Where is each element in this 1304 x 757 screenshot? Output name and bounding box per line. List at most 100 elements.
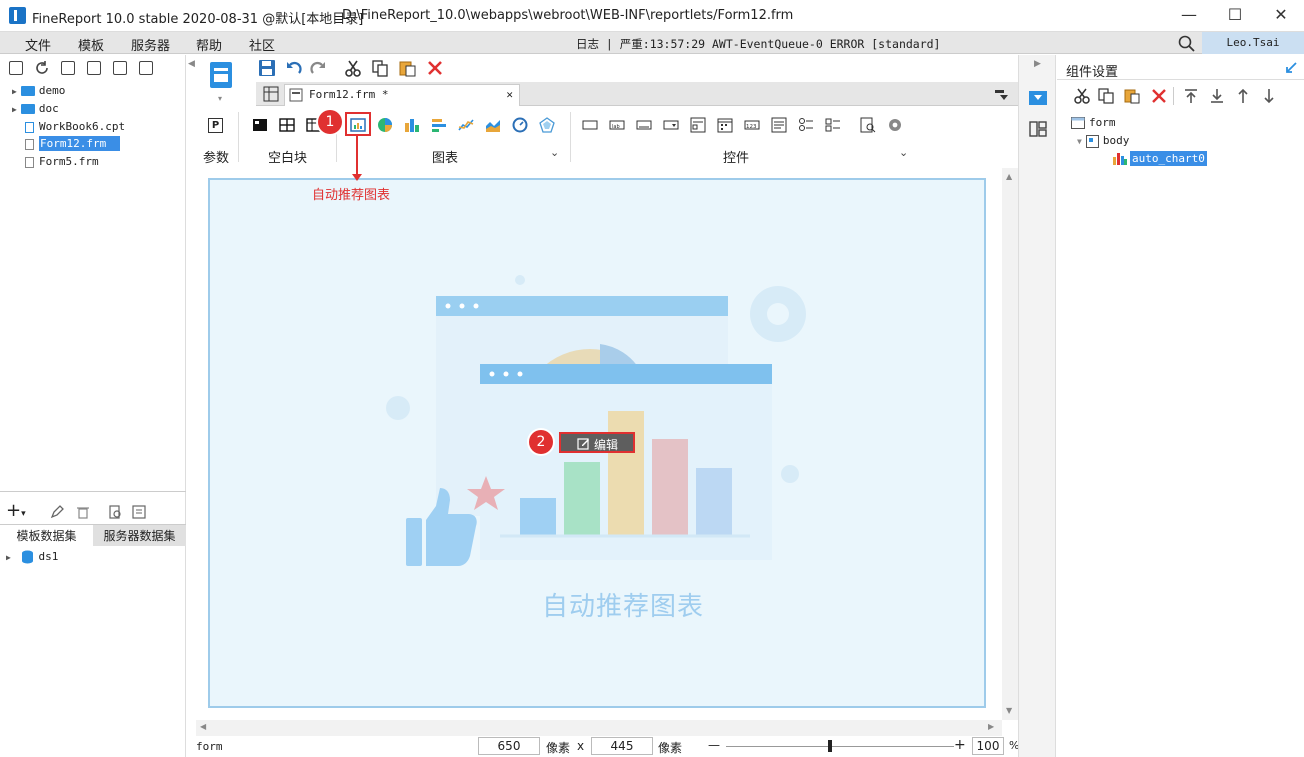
- settings-icon[interactable]: [87, 61, 101, 75]
- body-layout-icon: [1085, 134, 1099, 148]
- paste-icon[interactable]: [398, 59, 416, 77]
- tab-close-icon[interactable]: ✕: [506, 88, 513, 101]
- tab-server-dataset[interactable]: 服务器数据集: [93, 524, 186, 546]
- form-design-icon[interactable]: [208, 60, 234, 92]
- expand-arrow-icon[interactable]: ▶: [1034, 59, 1041, 69]
- refresh-icon[interactable]: [34, 60, 50, 76]
- tree-item-doc[interactable]: ▶ doc: [12, 102, 59, 120]
- component-settings-tab-icon[interactable]: [1029, 91, 1047, 105]
- cut-icon[interactable]: [344, 59, 362, 77]
- menu-community[interactable]: 社区: [249, 35, 275, 54]
- copy-icon[interactable]: [1098, 88, 1114, 104]
- menu-file[interactable]: 文件: [25, 35, 51, 54]
- zoom-in-button[interactable]: +: [954, 737, 966, 753]
- open-template-icon[interactable]: [61, 61, 75, 75]
- width-input[interactable]: 650: [478, 737, 540, 755]
- gear-icon[interactable]: [887, 117, 903, 133]
- chart-group-chevron-down-icon[interactable]: ⌄: [550, 146, 559, 159]
- menu-template[interactable]: 模板: [78, 35, 104, 54]
- panel-splitter[interactable]: [0, 491, 186, 501]
- tree-item-demo[interactable]: ▶ demo: [12, 84, 65, 102]
- move-to-top-icon[interactable]: [1183, 88, 1199, 104]
- delete-icon[interactable]: [113, 61, 127, 75]
- checkbox-group-widget-icon[interactable]: [825, 117, 841, 133]
- menu-help[interactable]: 帮助: [196, 35, 222, 54]
- horizontal-bar-icon[interactable]: [431, 117, 447, 133]
- component-tree-body[interactable]: ▼ body: [1077, 134, 1129, 148]
- textarea-widget-icon[interactable]: [771, 117, 787, 133]
- component-tree-auto-chart0[interactable]: auto_chart0: [1112, 150, 1207, 166]
- move-down-icon[interactable]: [1261, 88, 1277, 104]
- line-chart-icon[interactable]: [458, 117, 474, 133]
- label-widget-icon[interactable]: lab: [609, 117, 625, 133]
- cut-icon[interactable]: [1074, 88, 1090, 104]
- date-widget-icon[interactable]: [717, 117, 733, 133]
- tab-template-dataset[interactable]: 模板数据集: [0, 524, 93, 546]
- minimize-button[interactable]: —: [1166, 0, 1212, 32]
- pie-chart-icon[interactable]: [377, 117, 393, 133]
- menu-server[interactable]: 服务器: [131, 35, 170, 54]
- edit-button[interactable]: 编辑: [559, 432, 635, 453]
- tree-item-form12[interactable]: Form12.frm: [25, 136, 121, 155]
- delete-icon[interactable]: [1151, 88, 1167, 104]
- close-button[interactable]: ✕: [1258, 0, 1304, 32]
- add-dataset-button[interactable]: +▾: [6, 502, 26, 522]
- cpt-file-icon: [25, 121, 34, 133]
- horizontal-scrollbar[interactable]: ◀ ▶: [196, 720, 1002, 736]
- parameter-icon[interactable]: P: [208, 118, 223, 133]
- dataset-settings-icon[interactable]: [132, 505, 146, 519]
- dropdown-arrow-icon[interactable]: ▾: [218, 94, 222, 103]
- tree-item-form5[interactable]: Form5.frm: [25, 155, 99, 173]
- move-up-icon[interactable]: [1235, 88, 1251, 104]
- user-name[interactable]: Leo.Tsai: [1202, 32, 1304, 54]
- number-widget-icon[interactable]: 123: [744, 117, 760, 133]
- copy-icon[interactable]: [139, 61, 153, 75]
- auto-chart-icon[interactable]: [350, 117, 366, 133]
- delete-dataset-icon[interactable]: [76, 505, 90, 519]
- component-tree-form[interactable]: form: [1071, 116, 1116, 129]
- area-chart-icon[interactable]: [485, 117, 501, 133]
- preview-dataset-icon[interactable]: [108, 505, 122, 519]
- delete-icon[interactable]: [426, 59, 444, 77]
- zoom-slider-thumb[interactable]: [828, 740, 832, 752]
- maximize-button[interactable]: ☐: [1212, 0, 1258, 32]
- height-input[interactable]: 445: [591, 737, 653, 755]
- button-widget-icon[interactable]: [636, 117, 652, 133]
- gauge-chart-icon[interactable]: [512, 117, 528, 133]
- group-label-chart: 图表: [432, 151, 459, 166]
- tab-menu-icon[interactable]: [994, 87, 1008, 101]
- text-field-widget-icon[interactable]: [582, 117, 598, 133]
- callout-badge-1: 1: [318, 110, 342, 134]
- dataset-item-ds1[interactable]: ▶ ds1: [6, 550, 58, 568]
- tab-form12[interactable]: Form12.frm * ✕: [284, 84, 520, 106]
- search-widget-icon[interactable]: [860, 117, 876, 133]
- vertical-scrollbar[interactable]: ▲ ▼: [1002, 168, 1018, 720]
- copy-icon[interactable]: [371, 59, 389, 77]
- paste-icon[interactable]: [1124, 88, 1140, 104]
- absolute-layout-icon[interactable]: [252, 117, 268, 133]
- finereport-logo-icon: [9, 7, 26, 24]
- undo-icon[interactable]: [284, 59, 302, 77]
- zoom-slider-track[interactable]: [726, 746, 954, 747]
- new-folder-icon[interactable]: [9, 61, 23, 75]
- zoom-input[interactable]: 100: [972, 737, 1004, 755]
- collapse-panel-icon[interactable]: [1285, 61, 1298, 74]
- grid-icon[interactable]: [263, 86, 279, 102]
- combobox-widget-icon[interactable]: [663, 117, 679, 133]
- bar-chart-icon[interactable]: [404, 117, 420, 133]
- redo-icon[interactable]: [310, 59, 328, 77]
- zoom-out-button[interactable]: —: [708, 738, 720, 752]
- widget-library-icon[interactable]: [1029, 121, 1047, 137]
- move-to-bottom-icon[interactable]: [1209, 88, 1225, 104]
- multi-combobox-widget-icon[interactable]: [690, 117, 706, 133]
- search-icon[interactable]: [1178, 35, 1195, 52]
- radar-chart-icon[interactable]: [539, 117, 555, 133]
- tab-layout-icon[interactable]: [279, 117, 295, 133]
- save-icon[interactable]: [258, 59, 276, 77]
- collapse-arrow-icon[interactable]: ◀: [188, 59, 195, 69]
- menu-bar: 文件 模板 服务器 帮助 社区 日志 | 严重:13:57:29 AWT-Eve…: [0, 32, 1304, 54]
- log-status[interactable]: 日志 | 严重:13:57:29 AWT-EventQueue-0 ERROR …: [576, 36, 940, 52]
- edit-icon[interactable]: [50, 505, 64, 519]
- radio-group-widget-icon[interactable]: [798, 117, 814, 133]
- widget-group-chevron-down-icon[interactable]: ⌄: [899, 146, 908, 159]
